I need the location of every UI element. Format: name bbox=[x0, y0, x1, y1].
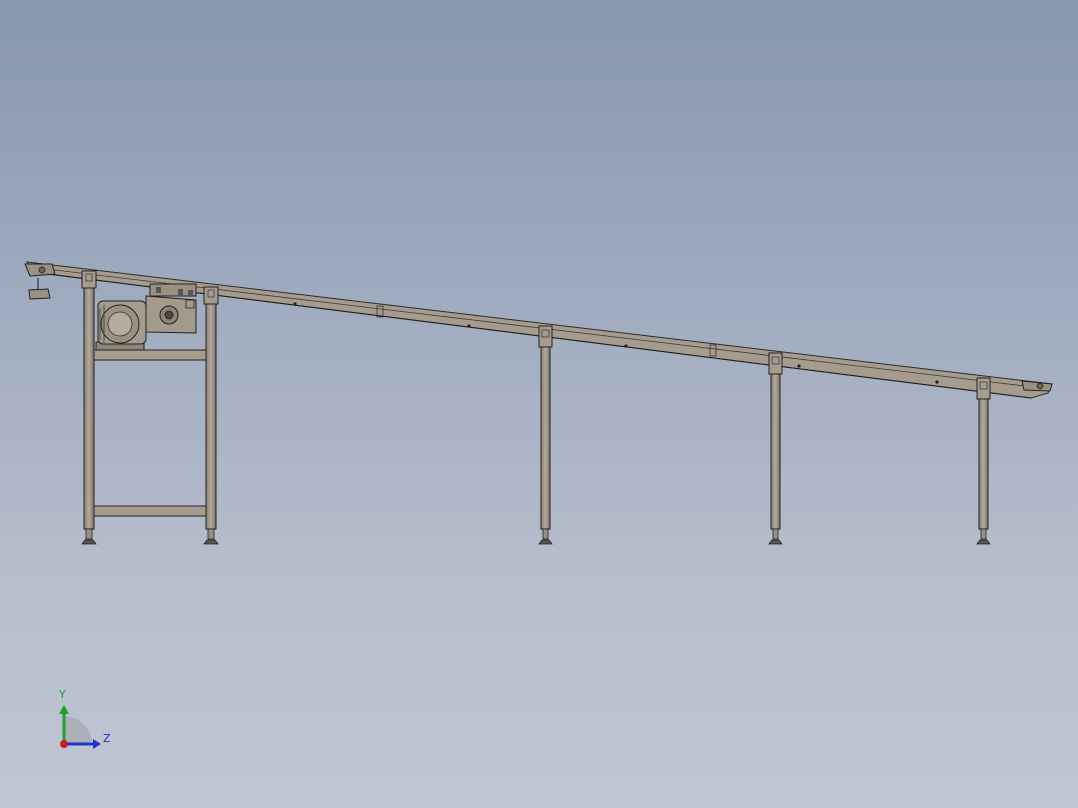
support-leg bbox=[976, 377, 991, 545]
conveyor-model-view bbox=[24, 261, 1053, 749]
tail-end-assembly bbox=[24, 263, 56, 300]
graphics-viewport[interactable]: Y Z bbox=[0, 0, 1078, 808]
triad-quadrant bbox=[64, 716, 92, 744]
orientation-triad[interactable] bbox=[59, 705, 101, 749]
y-axis-label: Y bbox=[59, 688, 66, 701]
support-leg bbox=[538, 325, 553, 545]
x-axis-dot bbox=[60, 740, 68, 748]
head-end-assembly bbox=[1021, 380, 1053, 392]
support-leg bbox=[768, 352, 783, 545]
drive-motor bbox=[95, 300, 147, 351]
z-axis-label: Z bbox=[103, 732, 111, 745]
drive-gearbox bbox=[145, 283, 197, 334]
